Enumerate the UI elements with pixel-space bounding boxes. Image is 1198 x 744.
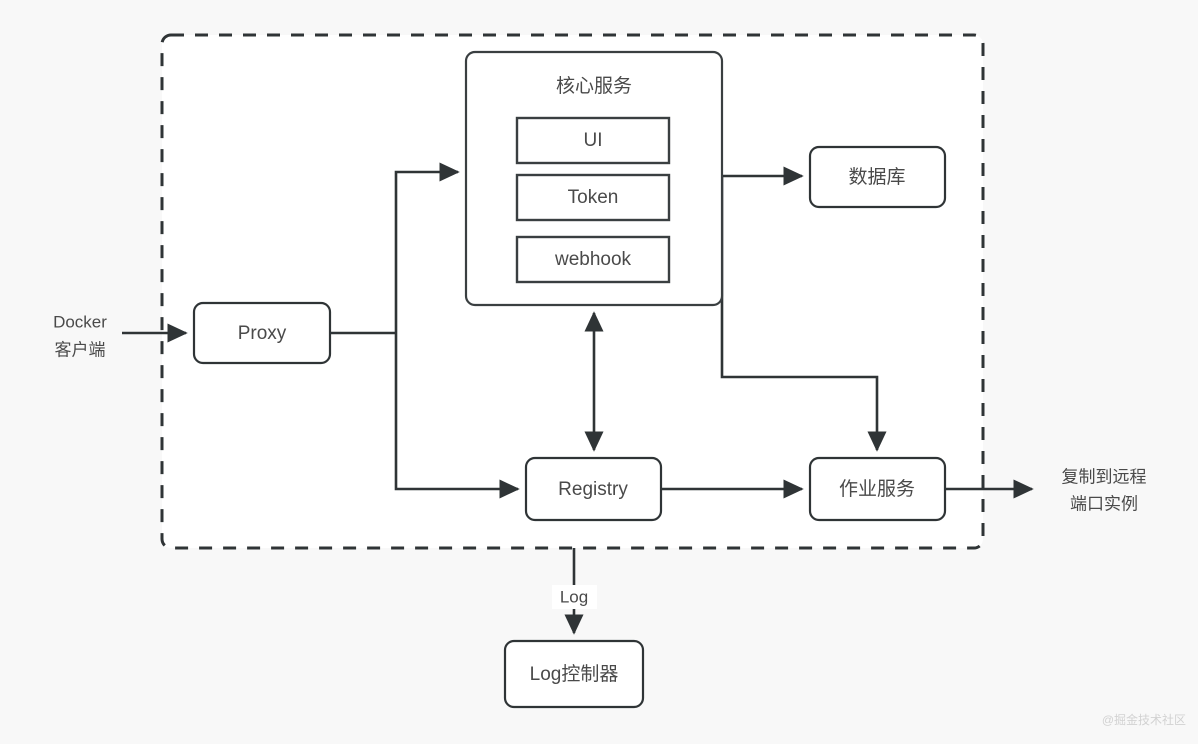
token-label: Token (568, 187, 619, 208)
node-job-service[interactable]: 作业服务 (808, 456, 947, 522)
node-token[interactable]: Token (515, 173, 671, 222)
database-label: 数据库 (848, 166, 905, 188)
remote-replica-line1: 复制到远程 (1062, 467, 1147, 486)
node-proxy[interactable]: Proxy (192, 301, 332, 365)
docker-client-line1: Docker (53, 312, 107, 331)
registry-label: Registry (558, 479, 628, 500)
node-webhook[interactable]: webhook (515, 235, 671, 284)
log-label-text: Log (560, 587, 588, 606)
node-core-services[interactable]: 核心服务 UI Token webhook (464, 50, 724, 307)
node-registry[interactable]: Registry (524, 456, 663, 522)
node-ui[interactable]: UI (515, 116, 671, 165)
node-database[interactable]: 数据库 (808, 145, 947, 209)
diagram-canvas: Proxy 核心服务 UI Token webhook 数据库 Registry… (0, 0, 1198, 744)
core-services-title: 核心服务 (556, 75, 632, 97)
ui-label: UI (584, 130, 603, 151)
webhook-label: webhook (554, 249, 632, 270)
remote-replica-line2: 端口实例 (1070, 494, 1138, 513)
external-docker-client: Docker 客户端 (53, 312, 107, 359)
external-remote-replica: 复制到远程 端口实例 (1062, 467, 1147, 513)
log-controller-label: Log控制器 (530, 663, 619, 685)
architecture-diagram: Proxy 核心服务 UI Token webhook 数据库 Registry… (53, 33, 1186, 727)
docker-client-line2: 客户端 (55, 340, 106, 359)
node-log-controller[interactable]: Log控制器 (503, 639, 645, 709)
proxy-label: Proxy (238, 323, 287, 344)
edge-label-log: Log (552, 585, 597, 609)
watermark-text: @掘金技术社区 (1102, 712, 1186, 727)
job-service-label: 作业服务 (839, 478, 915, 500)
